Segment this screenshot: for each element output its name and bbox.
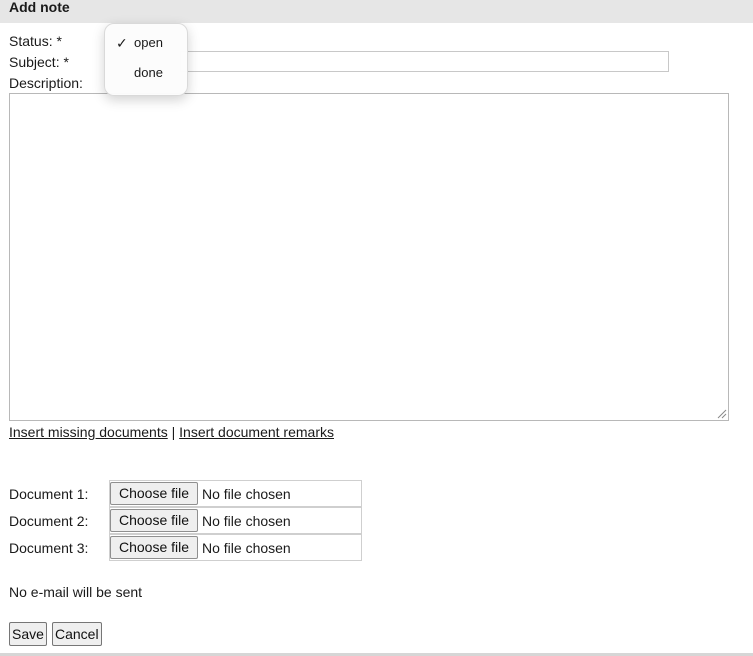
status-option-label: done bbox=[134, 65, 163, 80]
description-label: Description: bbox=[9, 75, 83, 91]
insert-links: Insert missing documents | Insert docume… bbox=[9, 424, 334, 440]
save-button[interactable]: Save bbox=[9, 622, 47, 646]
document-row-3: Document 3: Choose file No file chosen bbox=[9, 534, 369, 561]
status-option-done[interactable]: done bbox=[105, 62, 189, 84]
resize-grip-icon[interactable] bbox=[717, 409, 727, 419]
document-label: Document 3: bbox=[9, 540, 89, 556]
cancel-button[interactable]: Cancel bbox=[52, 622, 102, 646]
dialog-title: Add note bbox=[0, 0, 753, 23]
checkmark-icon: ✓ bbox=[116, 35, 128, 51]
document-label: Document 1: bbox=[9, 486, 89, 502]
document-label: Document 2: bbox=[9, 513, 89, 529]
status-option-open[interactable]: ✓ open bbox=[105, 32, 189, 54]
choose-file-button-2[interactable]: Choose file bbox=[110, 509, 198, 532]
status-label: Status: * bbox=[9, 33, 62, 49]
file-input-1[interactable]: Choose file No file chosen bbox=[109, 480, 362, 507]
document-row-1: Document 1: Choose file No file chosen bbox=[9, 480, 369, 507]
choose-file-button-1[interactable]: Choose file bbox=[110, 482, 198, 505]
file-input-3[interactable]: Choose file No file chosen bbox=[109, 534, 362, 561]
file-status: No file chosen bbox=[202, 540, 291, 556]
insert-document-remarks-link[interactable]: Insert document remarks bbox=[179, 424, 334, 440]
file-status: No file chosen bbox=[202, 486, 291, 502]
status-dropdown-menu[interactable]: ✓ open done bbox=[104, 23, 188, 96]
choose-file-button-3[interactable]: Choose file bbox=[110, 536, 198, 559]
subject-input[interactable] bbox=[180, 51, 669, 72]
file-status: No file chosen bbox=[202, 513, 291, 529]
link-separator: | bbox=[171, 424, 176, 440]
document-row-2: Document 2: Choose file No file chosen bbox=[9, 507, 369, 534]
description-textarea[interactable] bbox=[9, 93, 729, 421]
status-option-label: open bbox=[134, 35, 163, 50]
subject-label: Subject: * bbox=[9, 54, 69, 70]
file-input-2[interactable]: Choose file No file chosen bbox=[109, 507, 362, 534]
email-notice: No e-mail will be sent bbox=[9, 584, 143, 600]
insert-missing-documents-link[interactable]: Insert missing documents bbox=[9, 424, 168, 440]
